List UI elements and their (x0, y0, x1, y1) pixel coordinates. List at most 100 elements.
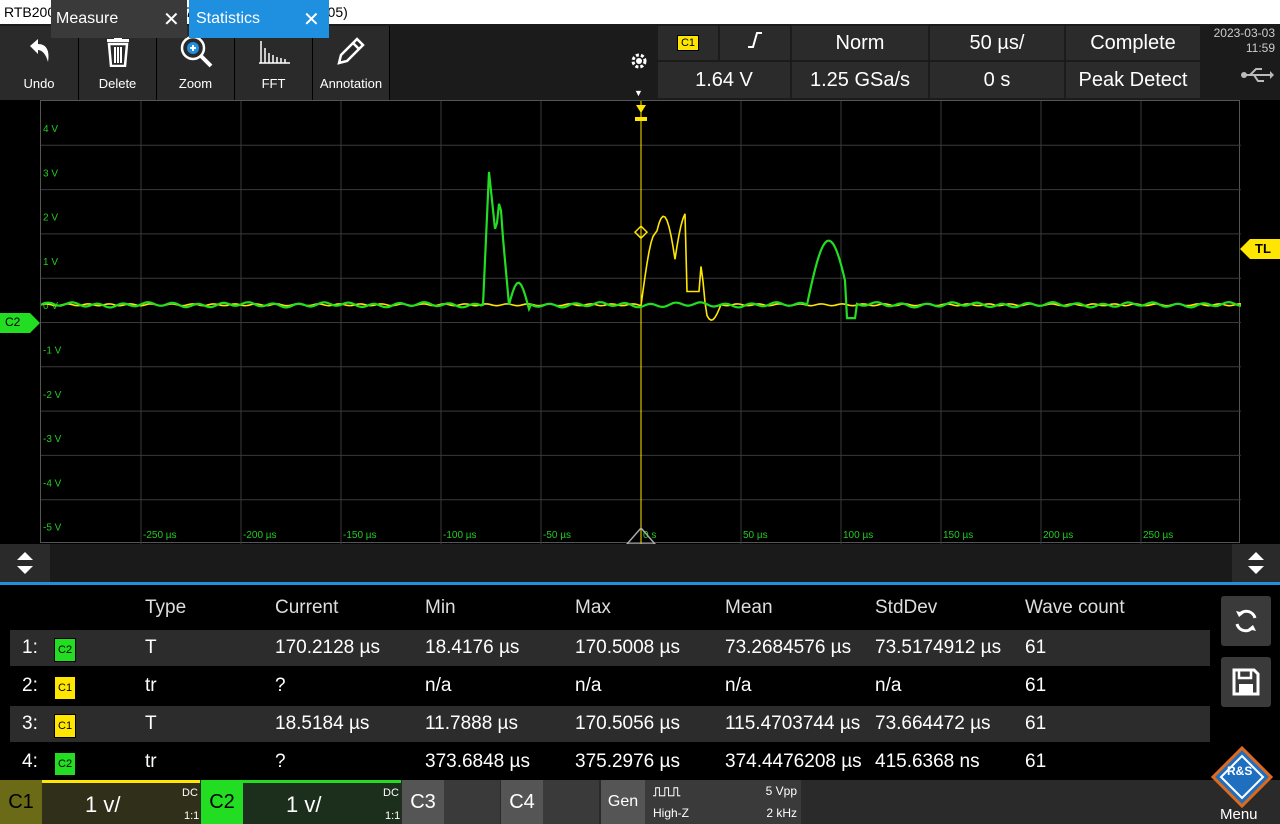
x-axis-label: 50 µs (743, 530, 768, 541)
gen-amplitude: 5 Vpp (765, 784, 797, 798)
close-icon[interactable]: ✕ (163, 7, 180, 32)
trigger-level[interactable]: 1.64 V (658, 62, 790, 98)
x-axis-label: -100 µs (443, 530, 477, 541)
refresh-icon (1235, 609, 1257, 633)
y-axis-label: -2 V (43, 390, 62, 401)
cell-mean: 73.2684576 µs (725, 637, 852, 658)
c3-label: C3 (402, 780, 444, 824)
cell-count: 61 (1025, 751, 1047, 772)
trigger-source[interactable]: C1 (658, 26, 718, 60)
cell-current: ? (275, 675, 286, 696)
cell-type: T (145, 637, 157, 658)
tab-statistics[interactable]: Statistics ✕ (189, 0, 329, 38)
channel-c4-panel[interactable]: C4 (501, 780, 599, 824)
menu-button[interactable]: R&S Menu (1203, 744, 1280, 824)
trigger-arrow-icon (636, 105, 646, 113)
c2-ratio: 1:1 (385, 810, 401, 822)
fft-label: FFT (261, 76, 286, 91)
save-statistics-button[interactable] (1221, 657, 1271, 707)
channel-c2-panel[interactable]: C2 1 v/ DC 1:1 (201, 780, 401, 824)
c2-offset-marker[interactable]: C2 (0, 313, 40, 338)
up-down-arrows-icon (17, 552, 33, 574)
y-axis-label: -4 V (43, 478, 62, 489)
c2-offset-label: C2 (5, 315, 21, 329)
rs-logo-text: R&S (1227, 764, 1253, 778)
date: 2023-03-03 (1213, 26, 1275, 40)
header-min: Min (425, 597, 456, 618)
acquisition-mode[interactable]: Peak Detect (1066, 62, 1200, 98)
channel-badge: C2 (54, 638, 77, 662)
gen-label: Gen (601, 780, 645, 824)
y-axis-label: -3 V (43, 434, 62, 445)
x-axis-label: 150 µs (943, 530, 973, 541)
trigger-marker-top (635, 117, 647, 121)
gen-impedance: High-Z (653, 806, 690, 820)
table-row[interactable]: 1: C2 T 170.2128 µs 18.4176 µs 170.5008 … (10, 630, 1210, 666)
horizontal-position[interactable]: 0 s (930, 62, 1064, 98)
y-axis-label: -5 V (43, 523, 62, 534)
table-row[interactable]: 2: C1 tr ? n/a n/a n/a n/a 61 (10, 668, 1210, 704)
cell-current: ? (275, 751, 286, 772)
cell-mean: 115.4703744 µs (725, 713, 861, 734)
cell-type: tr (145, 751, 157, 772)
tab-statistics-label: Statistics (196, 10, 261, 27)
y-axis-label: -1 V (43, 346, 62, 357)
square-wave-icon: ⎍⎍⎍ (653, 784, 681, 799)
cell-stddev: n/a (875, 675, 902, 696)
tabs-resize-left[interactable] (0, 544, 50, 582)
undo-icon (24, 32, 54, 70)
trigger-level-marker[interactable]: TL (1240, 239, 1280, 264)
row-index: 1: (22, 637, 38, 658)
cell-mean: 374.4476208 µs (725, 751, 862, 772)
cell-mean: n/a (725, 675, 752, 696)
y-axis-label: 1 V (43, 257, 58, 268)
table-row[interactable]: 3: C1 T 18.5184 µs 11.7888 µs 170.5056 µ… (10, 706, 1210, 742)
header-stddev: StdDev (875, 597, 938, 618)
tab-measure-label: Measure (56, 10, 119, 27)
y-axis-label: 2 V (43, 213, 58, 224)
waveform-display[interactable]: 4 V3 V2 V1 V0 V -1 V -2 V -3 V -4 V -5 V -250 … (40, 100, 1241, 544)
menu-label: Menu (1220, 806, 1258, 823)
trigger-slope[interactable] (720, 26, 790, 60)
cell-max: 170.5008 µs (575, 637, 680, 658)
x-axis-label: -200 µs (243, 530, 277, 541)
row-index: 2: (22, 675, 38, 696)
c1-label: C1 (0, 780, 42, 824)
dropdown-arrow-icon: ▼ (634, 88, 643, 98)
sample-rate[interactable]: 1.25 GSa/s (792, 62, 928, 98)
cell-max: n/a (575, 675, 602, 696)
close-icon[interactable]: ✕ (303, 7, 320, 32)
result-tabs-bar (0, 544, 1280, 585)
statistics-table: Type Current Min Max Mean StdDev Wave co… (0, 585, 1215, 780)
gen-frequency: 2 kHz (766, 806, 797, 820)
tabs-resize-right[interactable] (1232, 544, 1280, 582)
undo-label: Undo (23, 76, 55, 91)
trigger-source-badge: C1 (676, 35, 700, 51)
cell-min: n/a (425, 675, 452, 696)
trigger-level-label: TL (1255, 241, 1271, 256)
acquisition-state[interactable]: Complete (1066, 26, 1200, 60)
table-row[interactable]: 4: C2 tr ? 373.6848 µs 375.2976 µs 374.4… (10, 744, 1210, 780)
timebase[interactable]: 50 µs/ (930, 26, 1064, 60)
annotation-label: Annotation (319, 76, 383, 91)
generator-panel[interactable]: Gen ⎍⎍⎍ High-Z 5 Vpp 2 kHz (601, 780, 801, 824)
channel-c1-panel[interactable]: C1 1 v/ DC 1:1 (0, 780, 200, 824)
settings-button[interactable]: ▼ (622, 26, 656, 100)
reset-statistics-button[interactable] (1221, 596, 1271, 646)
time: 11:59 (1245, 41, 1275, 55)
channel-c3-panel[interactable]: C3 (402, 780, 500, 824)
cell-min: 373.6848 µs (425, 751, 530, 772)
tab-measure[interactable]: Measure ✕ (51, 0, 187, 38)
header-type: Type (145, 597, 187, 618)
usb-icon (1240, 66, 1274, 89)
x-axis-label: 200 µs (1043, 530, 1073, 541)
trigger-mode[interactable]: Norm (792, 26, 928, 60)
channel-badge: C2 (54, 752, 77, 776)
x-axis-label: 250 µs (1143, 530, 1173, 541)
c2-label: C2 (201, 780, 243, 824)
rising-edge-icon (746, 31, 764, 55)
c2-scale: 1 v/ (286, 792, 322, 817)
delete-label: Delete (98, 76, 137, 91)
row-index: 3: (22, 713, 38, 734)
x-axis-label: -150 µs (343, 530, 377, 541)
